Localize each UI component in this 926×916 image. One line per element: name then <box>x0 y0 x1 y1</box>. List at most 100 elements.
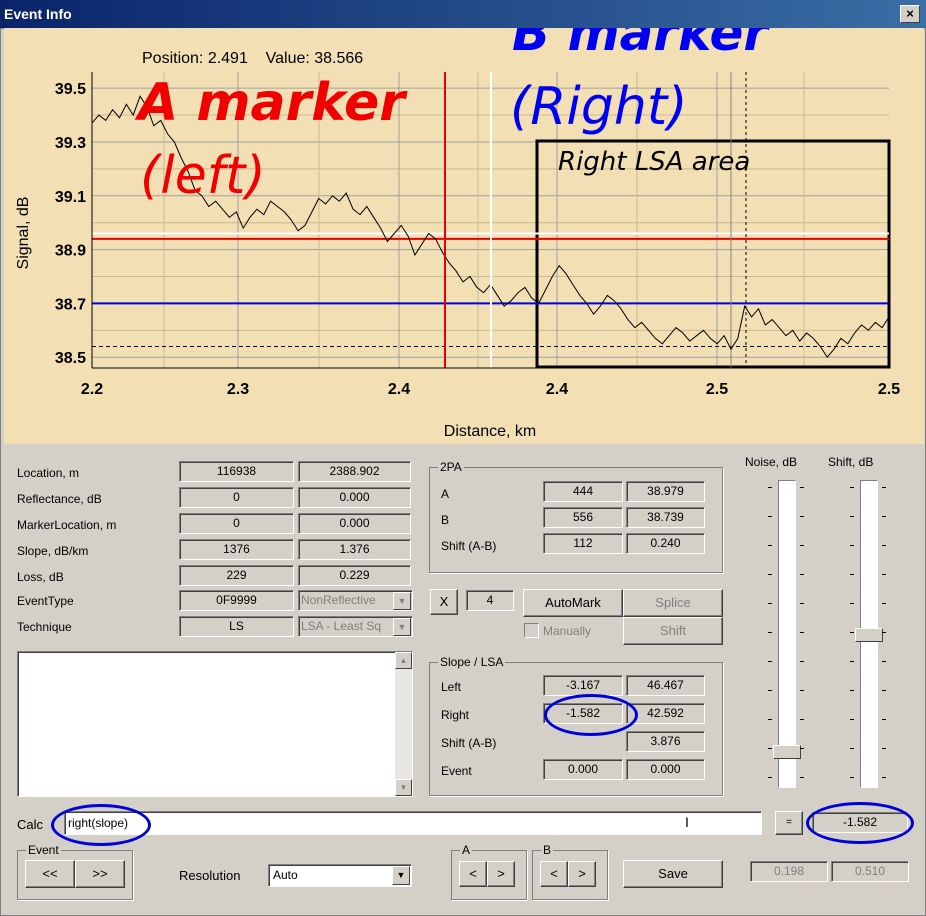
noise-slider[interactable] <box>778 480 796 788</box>
text-cursor-icon: I <box>685 814 689 830</box>
y-tick-label: 38.5 <box>55 350 86 367</box>
slider-tick <box>768 487 772 488</box>
prop-label: Reflectance, dB <box>17 492 102 506</box>
next-event-button[interactable]: >> <box>75 860 125 888</box>
slider-tick <box>800 719 804 720</box>
slider-tick <box>882 719 886 720</box>
slider-tick <box>850 603 854 604</box>
calc-label: Calc <box>17 817 44 832</box>
twopa-row-label: Shift (A-B) <box>441 539 497 553</box>
chevron-down-icon[interactable]: ▼ <box>392 866 410 885</box>
chart-readout: Position: 2.491 Value: 38.566 <box>142 50 363 67</box>
slider-tick <box>882 574 886 575</box>
slope-event-v2: 0.000 <box>626 759 705 780</box>
prop-value: 0.000 <box>298 513 411 534</box>
a-left-annotation: (left) <box>140 146 266 206</box>
count-field[interactable]: 4 <box>466 590 514 611</box>
prop-value: 0.000 <box>298 487 411 508</box>
shift-slider-thumb[interactable] <box>855 628 883 642</box>
slider-tick <box>882 690 886 691</box>
prop-label: Location, m <box>17 466 80 480</box>
close-button[interactable]: × <box>900 5 920 23</box>
x-tick-label: 2.5 <box>706 381 728 398</box>
slider-tick <box>882 603 886 604</box>
slider-tick <box>768 719 772 720</box>
calc-input-highlight <box>51 804 151 846</box>
equals-button[interactable]: = <box>775 811 803 835</box>
slider-tick <box>800 632 804 633</box>
slider-tick <box>850 719 854 720</box>
slope-right-label: Right <box>441 708 470 722</box>
prev-event-button[interactable]: << <box>25 860 75 888</box>
prop-label: Slope, dB/km <box>17 544 89 558</box>
chevron-down-icon[interactable]: ▼ <box>393 618 411 636</box>
slider-tick <box>768 777 772 778</box>
b-right-button[interactable]: > <box>568 861 596 887</box>
chevron-down-icon[interactable]: ▼ <box>393 592 411 610</box>
slider-tick <box>768 748 772 749</box>
slider-tick <box>768 632 772 633</box>
y-tick-label: 39.3 <box>55 135 86 152</box>
calc-input[interactable]: right(slope) I <box>64 811 762 835</box>
x-tick-label: 2.4 <box>546 381 568 398</box>
slider-tick <box>800 574 804 575</box>
signal-chart[interactable]: Position: 2.491 Value: 38.566 Signal, dB… <box>4 28 924 444</box>
automark-button[interactable]: AutoMark <box>523 589 623 617</box>
b-right-annotation: (Right) <box>510 77 688 137</box>
eventtype-label: EventType <box>17 594 74 608</box>
resolution-select[interactable]: Auto ▼ <box>268 864 412 887</box>
calc-result-highlight <box>806 802 914 844</box>
slope-event-label: Event <box>441 764 472 778</box>
technique-select-value: LSA - Least Sq <box>301 619 382 633</box>
manually-label: Manually <box>543 624 592 638</box>
slider-tick <box>850 545 854 546</box>
slider-tick <box>882 545 886 546</box>
manually-checkbox[interactable] <box>524 623 539 638</box>
b-left-button[interactable]: < <box>540 861 568 887</box>
b-marker-annotation: B marker <box>512 28 771 62</box>
prop-value: 0.229 <box>298 565 411 586</box>
a-left-button[interactable]: < <box>459 861 487 887</box>
slider-tick <box>768 603 772 604</box>
x-button[interactable]: X <box>430 589 458 615</box>
twopa-row-v1: 444 <box>543 481 623 502</box>
slider-tick <box>850 748 854 749</box>
slider-tick <box>850 661 854 662</box>
slider-tick <box>768 545 772 546</box>
x-tick-label: 2.5 <box>878 381 900 398</box>
notes-textarea[interactable]: ▲ ▼ <box>17 651 413 797</box>
prop-value: 1.376 <box>298 539 411 560</box>
slider-tick <box>800 545 804 546</box>
shift-button[interactable]: Shift <box>623 617 723 645</box>
eventtype-select-value: NonReflective <box>301 593 376 607</box>
title-bar: Event Info × <box>0 0 926 28</box>
y-axis-label: Signal, dB <box>15 197 32 270</box>
resolution-value: Auto <box>273 868 298 882</box>
prop-value-raw: 0 <box>179 513 294 534</box>
noise-slider-thumb[interactable] <box>773 745 801 759</box>
eventtype-select[interactable]: NonReflective ▼ <box>298 590 413 611</box>
save-button[interactable]: Save <box>623 860 723 888</box>
eventtype-code: 0F9999 <box>179 590 294 611</box>
slider-tick <box>768 690 772 691</box>
prop-value-raw: 229 <box>179 565 294 586</box>
bottom-value-2: 0.510 <box>831 861 909 882</box>
splice-button[interactable]: Splice <box>623 589 723 617</box>
scroll-down-icon[interactable]: ▼ <box>395 779 412 796</box>
a-right-button[interactable]: > <box>487 861 515 887</box>
notes-scrollbar[interactable]: ▲ ▼ <box>395 652 412 796</box>
shift-db-label: Shift, dB <box>828 455 874 469</box>
slider-tick <box>882 748 886 749</box>
twopa-row-v2: 38.979 <box>626 481 705 502</box>
technique-select[interactable]: LSA - Least Sq ▼ <box>298 616 413 637</box>
slider-tick <box>800 690 804 691</box>
slope-left-v2: 46.467 <box>626 675 705 696</box>
right-lsa-area-label: Right LSA area <box>558 147 750 177</box>
x-axis-label: Distance, km <box>444 423 536 440</box>
slider-tick <box>882 661 886 662</box>
scroll-up-icon[interactable]: ▲ <box>395 652 412 669</box>
x-tick-label: 2.3 <box>227 381 249 398</box>
slope-event-v1: 0.000 <box>543 759 623 780</box>
slider-tick <box>768 574 772 575</box>
event-nav-title: Event <box>26 843 61 857</box>
